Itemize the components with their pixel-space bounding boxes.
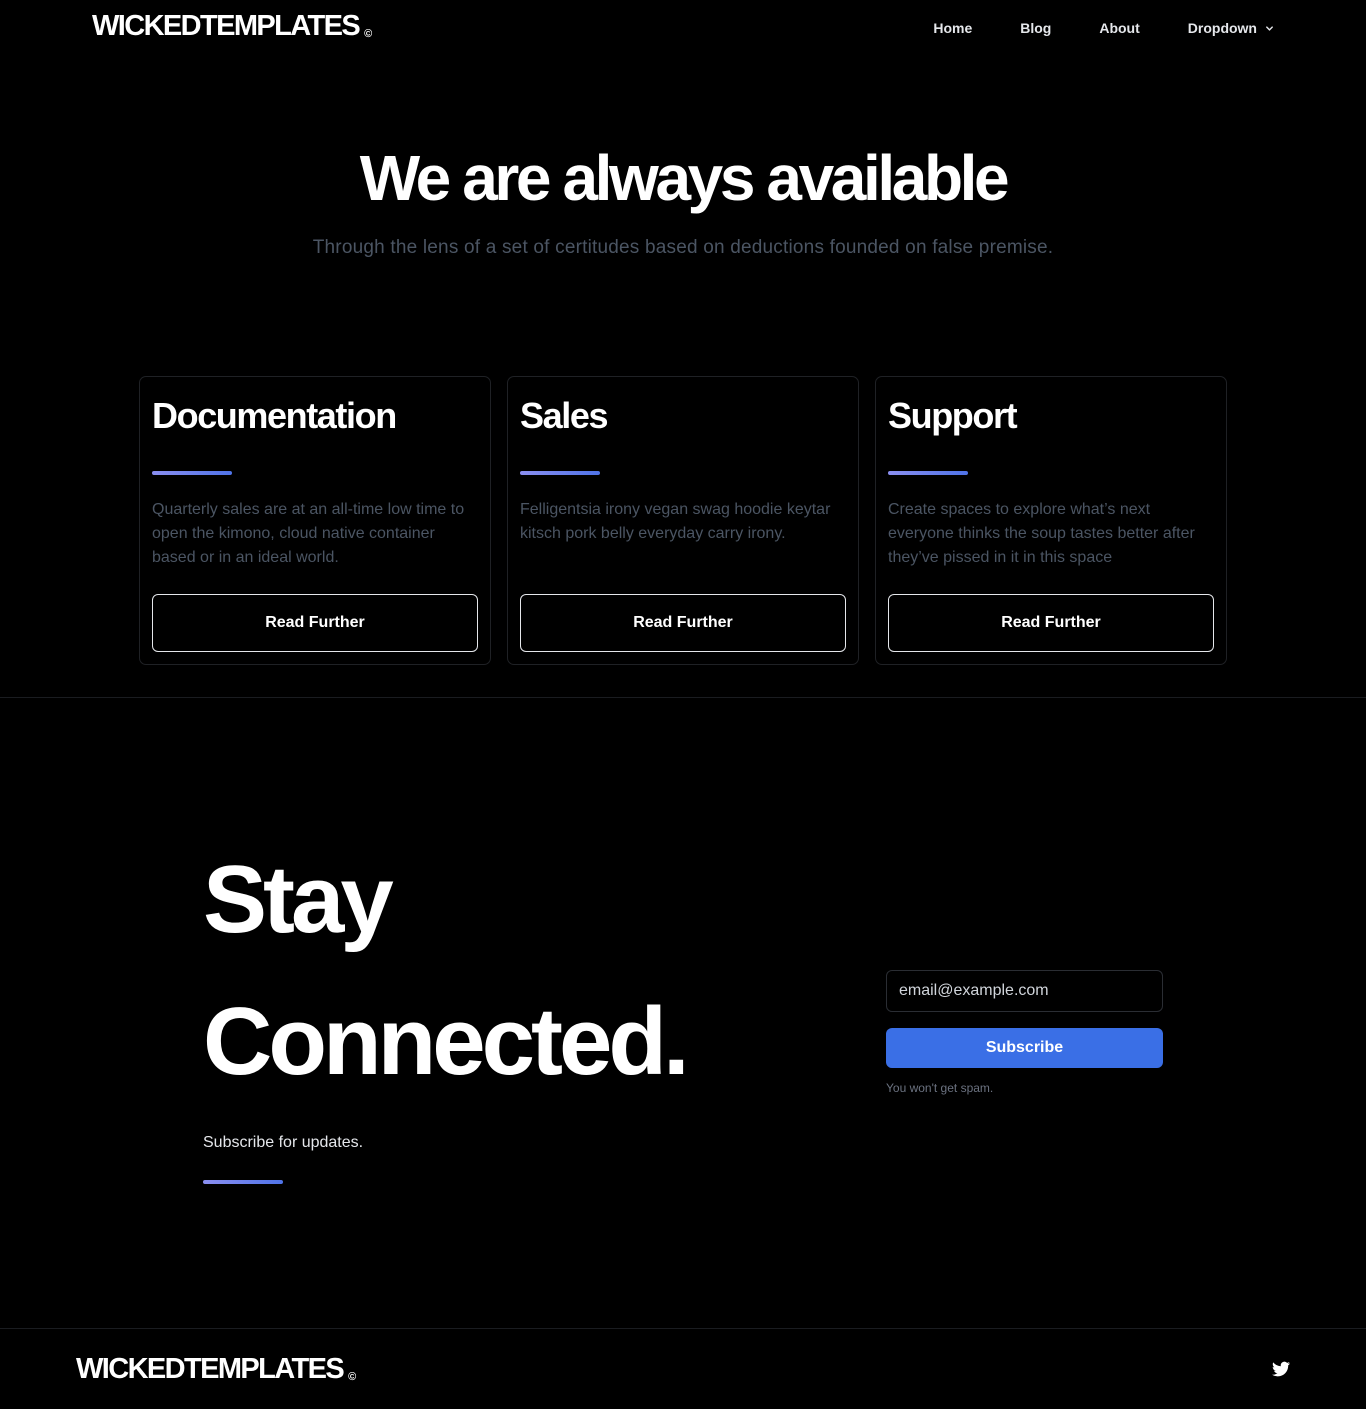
- spam-note: You won't get spam.: [886, 1081, 994, 1095]
- chevron-down-icon: [1266, 25, 1273, 31]
- nav-item-dropdown-label: Dropdown: [1187, 20, 1257, 36]
- nav-item-blog[interactable]: Blog: [1020, 20, 1051, 36]
- newsletter-accent-line: [203, 1180, 283, 1184]
- card-title: Sales: [520, 395, 608, 436]
- card-accent-line: [888, 471, 968, 475]
- card-sales: Sales Felligentsia irony vegan swag hood…: [507, 376, 859, 665]
- footer-logo[interactable]: WICKEDTEMPLATES ©: [76, 1355, 356, 1384]
- card-title: Support: [888, 395, 1018, 436]
- card-text: Create spaces to explore what’s next eve…: [888, 501, 1195, 566]
- card-accent-line: [520, 471, 600, 475]
- newsletter-title-line2: Connected.: [203, 988, 690, 1095]
- read-further-button[interactable]: Read Further: [152, 594, 478, 652]
- footer-divider: [0, 1328, 1366, 1329]
- card-text: Quarterly sales are at an all-time low t…: [152, 501, 465, 566]
- hero-title: We are always available: [359, 142, 1010, 214]
- newsletter-note: Subscribe for updates.: [203, 1134, 364, 1151]
- read-further-button[interactable]: Read Further: [520, 594, 846, 652]
- logo-text: WICKEDTEMPLATES: [92, 10, 361, 42]
- site-header: WICKEDTEMPLATES © Home Blog About Dropdo…: [0, 0, 1366, 56]
- nav-item-home[interactable]: Home: [933, 20, 972, 36]
- email-field[interactable]: [886, 970, 1163, 1012]
- newsletter-title-line1: Stay: [203, 846, 394, 953]
- main-nav: Home Blog About Dropdown: [933, 20, 1274, 36]
- header-logo[interactable]: WICKEDTEMPLATES ©: [92, 12, 372, 41]
- nav-item-dropdown[interactable]: Dropdown: [1188, 20, 1274, 36]
- subscribe-button[interactable]: Subscribe: [886, 1028, 1163, 1068]
- card-title: Documentation: [152, 395, 397, 436]
- copyright-icon: ©: [348, 1371, 357, 1383]
- card-accent-line: [152, 471, 232, 475]
- copyright-icon: ©: [364, 28, 373, 40]
- card-text: Felligentsia irony vegan swag hoodie key…: [520, 501, 831, 542]
- read-further-button[interactable]: Read Further: [888, 594, 1214, 652]
- twitter-icon[interactable]: [1271, 1360, 1291, 1378]
- card-support: Support Create spaces to explore what’s …: [875, 376, 1227, 665]
- hero-subtitle: Through the lens of a set of certitudes …: [312, 237, 1054, 258]
- logo-text: WICKEDTEMPLATES: [76, 1353, 345, 1385]
- nav-item-about[interactable]: About: [1099, 20, 1139, 36]
- card-documentation: Documentation Quarterly sales are at an …: [139, 376, 491, 665]
- section-divider: [0, 697, 1366, 698]
